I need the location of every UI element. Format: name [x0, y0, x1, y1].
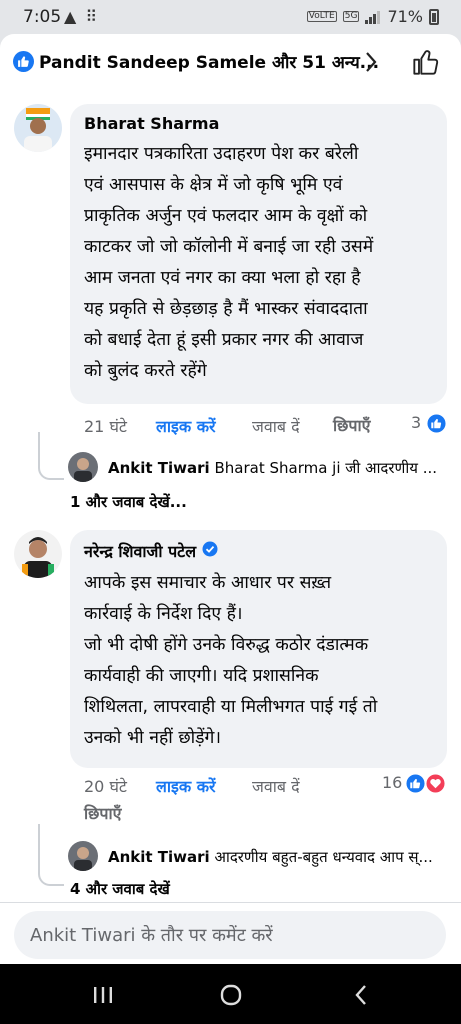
reactors-summary[interactable]: Pandit Sandeep Samele और 51 अन्य...: [39, 50, 379, 73]
comments-sheet: Pandit Sandeep Samele और 51 अन्य... Bhar…: [0, 34, 461, 964]
comment-line: काटकर जो जो कॉलोनी में बनाई जा रही उसमें: [84, 237, 374, 257]
hide-button[interactable]: छिपाएँ: [333, 414, 370, 436]
comment-text: इमानदार पत्रकारिता उदाहरण पेश कर बरेली ए…: [84, 139, 433, 387]
reply-author[interactable]: Ankit Tiwari: [108, 459, 210, 477]
comment-line: एवं आसपास के क्षेत्र में जो कृषि भूमि एव…: [84, 175, 343, 195]
avatar[interactable]: [14, 530, 62, 578]
like-reaction-icon: [406, 774, 425, 797]
comment-author[interactable]: नरेन्द्र शिवाजी पटेल: [84, 540, 196, 562]
comment-line: को बधाई देता हूं इसी प्रकार नगर की आवाज: [84, 330, 364, 350]
love-reaction-icon: [426, 774, 445, 797]
reply-button[interactable]: जवाब दें: [252, 775, 300, 797]
like-button[interactable]: लाइक करें: [156, 415, 216, 437]
comment-line: यह प्रकृति से छेड़छाड़ है मैं भास्कर संव…: [84, 299, 368, 319]
network-5g-icon: 5G: [342, 11, 360, 22]
hide-button[interactable]: छिपाएँ: [84, 802, 121, 824]
chevron-right-icon[interactable]: [364, 51, 378, 77]
battery-icon: [429, 8, 439, 25]
comment-author[interactable]: Bharat Sharma: [84, 114, 433, 133]
home-button[interactable]: [211, 982, 251, 1008]
like-post-icon[interactable]: [412, 48, 440, 80]
reply-avatar[interactable]: [68, 452, 98, 482]
back-button[interactable]: [341, 982, 381, 1008]
reply-snippet: Bharat Sharma ji जी आदरणीय ...: [214, 459, 437, 477]
comment-bubble[interactable]: नरेन्द्र शिवाजी पटेल आपके इस समाचार के आ…: [70, 530, 447, 768]
reply-avatar[interactable]: [68, 841, 98, 871]
recent-apps-button[interactable]: [83, 982, 123, 1008]
volte-icon: VoLTE: [306, 11, 337, 22]
battery-percent: 71%: [387, 7, 423, 26]
avatar[interactable]: [14, 104, 62, 152]
reactions-header[interactable]: Pandit Sandeep Samele और 51 अन्य...: [0, 34, 461, 90]
comment-text: आपके इस समाचार के आधार पर सख़्त कार्रवाई…: [84, 568, 433, 754]
system-nav-bar: [0, 964, 461, 1024]
like-reaction-icon: [13, 51, 34, 72]
status-time: 7:05: [23, 7, 62, 27]
comment-line: उनको भी नहीं छोड़ेंगे।: [84, 728, 221, 748]
reply-preview[interactable]: Ankit Tiwari आदरणीय बहुत-बहुत धन्यवाद आप…: [108, 847, 433, 867]
reply-author[interactable]: Ankit Tiwari: [108, 848, 210, 866]
reaction-count[interactable]: 16: [382, 773, 402, 792]
thread-line: [38, 824, 64, 886]
thread-line: [38, 432, 64, 480]
comment-input[interactable]: [30, 924, 430, 946]
signal-icon: [365, 10, 381, 24]
comment-line: आम जनता एवं नगर का क्या भला हो रहा है: [84, 268, 361, 288]
comment-line: प्राकृतिक अर्जुन एवं फलदार आम के वृक्षों…: [84, 206, 368, 226]
comment-bubble[interactable]: Bharat Sharma इमानदार पत्रकारिता उदाहरण …: [70, 104, 447, 404]
comment-line: कार्रवाई के निर्देश दिए हैं।: [84, 604, 243, 624]
composer-divider: [0, 902, 461, 903]
comment-line: आपके इस समाचार के आधार पर सख़्त: [84, 573, 332, 593]
verified-badge-icon: [202, 541, 218, 561]
like-button[interactable]: लाइक करें: [156, 775, 216, 797]
comment-author-row: नरेन्द्र शिवाजी पटेल: [84, 540, 433, 562]
reply-snippet: आदरणीय बहुत-बहुत धन्यवाद आप स्...: [214, 848, 433, 866]
comment-line: जो भी दोषी होंगे उनके विरुद्ध कठोर दंडात…: [84, 635, 369, 655]
view-more-replies-button[interactable]: 1 और जवाब देखें...: [70, 492, 187, 512]
comment-line: शिथिलता, लापरवाही या मिलीभगत पाई गई तो: [84, 697, 378, 717]
comment-composer[interactable]: [14, 911, 446, 959]
comment-time: 21 घंटे: [84, 417, 127, 436]
like-reaction-icon: [427, 414, 446, 437]
view-more-replies-button[interactable]: 4 और जवाब देखें: [70, 879, 170, 899]
reaction-count[interactable]: 3: [411, 413, 421, 432]
reply-button[interactable]: जवाब दें: [252, 415, 300, 437]
comment-time: 20 घंटे: [84, 777, 127, 796]
status-right: VoLTE 5G 71%: [306, 7, 439, 26]
status-bar: 7:05 ▲ ⠿ VoLTE 5G 71%: [0, 0, 461, 34]
comment-line: इमानदार पत्रकारिता उदाहरण पेश कर बरेली: [84, 144, 359, 164]
comment-line: कार्यवाही की जाएगी। यदि प्रशासनिक: [84, 666, 319, 686]
notification-icons: ▲ ⠿: [64, 7, 100, 26]
comment-line: को बुलंद करते रहेंगे: [84, 361, 207, 381]
reply-preview[interactable]: Ankit Tiwari Bharat Sharma ji जी आदरणीय …: [108, 458, 437, 478]
